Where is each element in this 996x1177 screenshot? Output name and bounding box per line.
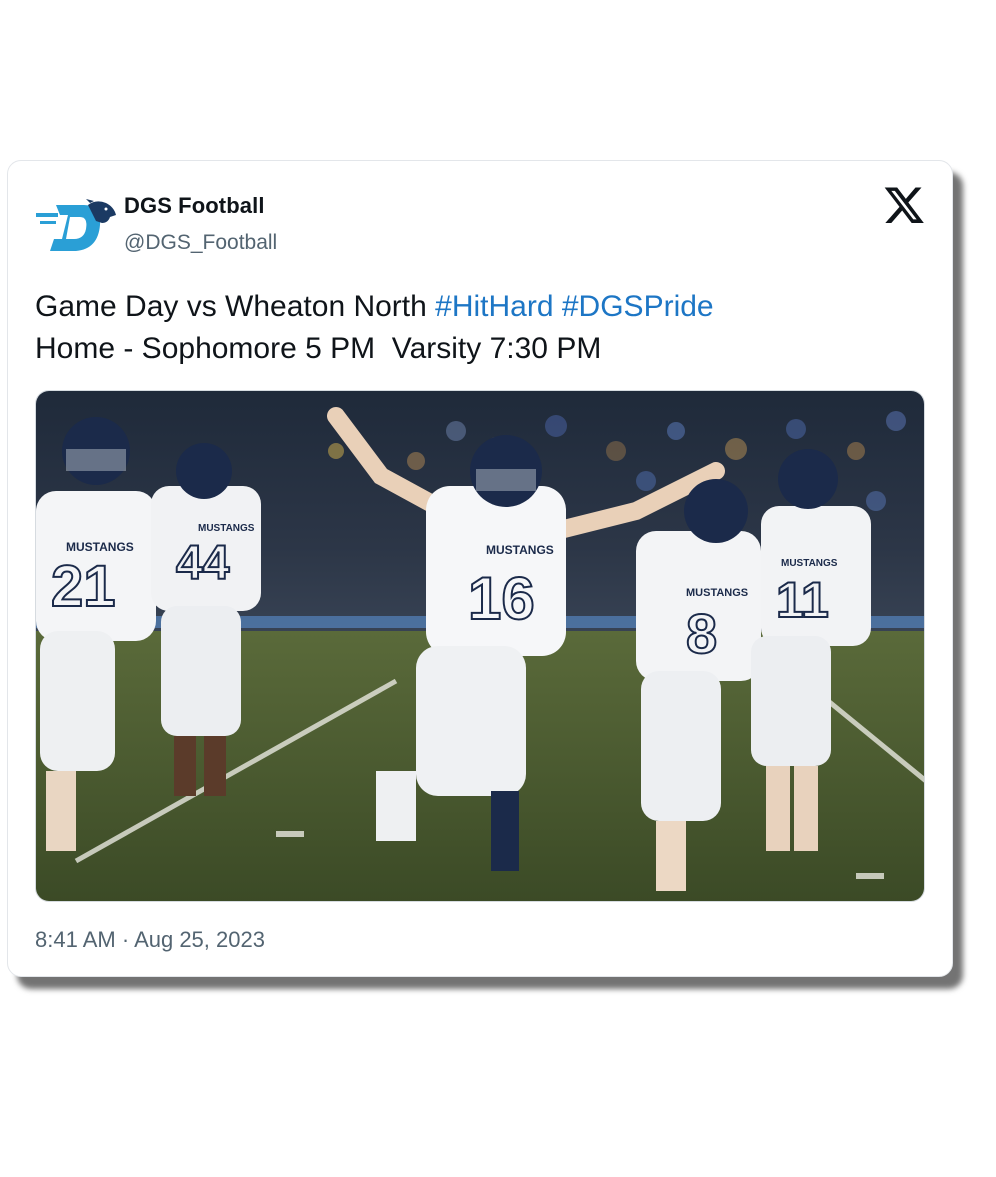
jersey-label: MUSTANGS — [486, 543, 554, 557]
jersey-label: MUSTANGS — [198, 523, 255, 534]
x-logo-icon[interactable] — [884, 185, 924, 225]
dgs-logo-avatar[interactable] — [36, 199, 118, 255]
hashtag-dgspride[interactable]: #DGSPride — [562, 290, 714, 323]
hashtag-hithard[interactable]: #HitHard — [435, 290, 553, 323]
tweet-text-line-1: Game Day vs Wheaton North #HitHard #DGSP… — [35, 286, 915, 328]
jersey-number: 16 — [468, 565, 535, 632]
tweet-text-line-2: Home - Sophomore 5 PM Varsity 7:30 PM — [35, 332, 602, 365]
tweet-photo[interactable]: MUSTANGS 21 MUSTANGS 44 MUSTANGS 16 MUST… — [35, 390, 925, 902]
football-photo: MUSTANGS 21 MUSTANGS 44 MUSTANGS 16 MUST… — [36, 391, 924, 901]
jersey-number: 44 — [176, 537, 230, 590]
tweet-date: Aug 25, 2023 — [134, 927, 265, 952]
tweet-timestamp[interactable]: 8:41 AM · Aug 25, 2023 — [35, 927, 265, 953]
tweet-time: 8:41 AM — [35, 927, 116, 952]
display-name[interactable]: DGS Football — [124, 193, 265, 219]
timestamp-separator: · — [115, 927, 135, 952]
jersey-number: 11 — [776, 572, 829, 628]
tweet-card[interactable]: DGS Football @DGS_Football Game Day vs W… — [7, 160, 953, 977]
jersey-number: 21 — [51, 554, 116, 619]
jersey-label: MUSTANGS — [686, 587, 748, 599]
tweet-text: Game Day vs Wheaton North #HitHard #DGSP… — [35, 286, 915, 370]
user-handle[interactable]: @DGS_Football — [124, 231, 277, 255]
mustang-logo-icon — [36, 199, 116, 251]
jersey-label: MUSTANGS — [66, 540, 134, 554]
jersey-number: 8 — [686, 602, 717, 665]
jersey-label: MUSTANGS — [781, 558, 838, 569]
tweet-text-plain: Game Day vs Wheaton North — [35, 290, 436, 323]
